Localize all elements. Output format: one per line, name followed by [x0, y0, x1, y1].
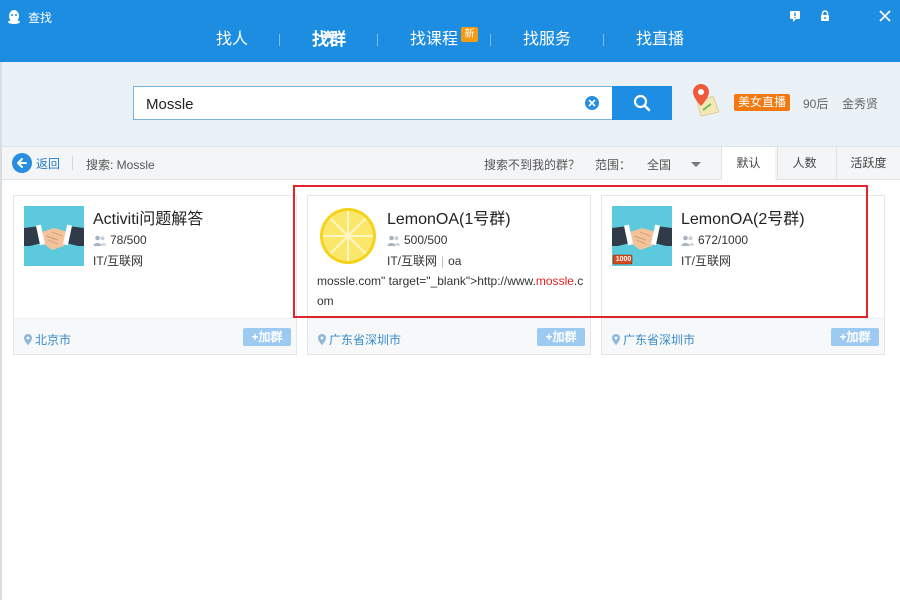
member-count-text: 78/500 — [110, 233, 147, 247]
location-text: 广东省深圳市 — [329, 333, 402, 347]
group-card[interactable]: 1000 LemonOA(2号群) 672/1000 IT/互联网 广东省深圳市… — [601, 195, 885, 355]
members-icon — [387, 235, 400, 246]
members-icon — [93, 235, 106, 246]
handshake-avatar — [24, 206, 84, 266]
location-link[interactable]: 广东省深圳市 — [612, 331, 695, 348]
location-link[interactable]: 广东省深圳市 — [318, 331, 401, 348]
range-select[interactable]: 全国 — [647, 156, 671, 173]
back-arrow-icon — [12, 153, 32, 173]
window-title: 查找 — [28, 10, 53, 25]
chevron-down-icon[interactable] — [691, 162, 701, 167]
active-tab-caret — [321, 30, 335, 38]
card-footer: 广东省深圳市 +加群 — [602, 318, 884, 354]
nav-separator — [490, 34, 491, 46]
map-pin-icon[interactable] — [689, 82, 721, 118]
sort-tab-default[interactable]: 默认 — [721, 147, 775, 180]
sort-tab-members[interactable]: 人数 — [777, 147, 831, 179]
group-description: mossle.com" target="_blank">http://www.m… — [317, 271, 585, 311]
group-name[interactable]: Activiti问题解答 — [93, 205, 203, 229]
sort-tab-activity[interactable]: 活跃度 — [836, 147, 900, 179]
search-button[interactable] — [612, 86, 672, 120]
join-group-button[interactable]: +加群 — [537, 328, 585, 346]
new-badge: 新 — [461, 27, 478, 42]
nav-separator — [603, 34, 604, 46]
group-tags: IT/互联网 — [681, 252, 731, 269]
capacity-badge: 1000 — [615, 256, 632, 263]
members-icon — [681, 235, 694, 246]
member-count: 672/1000 — [681, 233, 748, 247]
feedback-icon[interactable] — [785, 6, 805, 26]
group-card[interactable]: Activiti问题解答 78/500 IT/互联网 北京市 +加群 — [13, 195, 297, 355]
qq-penguin-icon — [8, 10, 20, 24]
tag-separator: | — [441, 254, 445, 268]
tab-find-live[interactable]: 找直播 — [636, 28, 684, 52]
group-tags: IT/互联网 — [93, 252, 143, 269]
keyword-tag: oa — [448, 254, 462, 268]
group-name[interactable]: LemonOA(1号群) — [387, 205, 511, 229]
category-tag: IT/互联网 — [93, 254, 143, 268]
desc-highlight: sle — [558, 274, 574, 288]
results-toolbar: 返回 搜索: Mossle 搜索不到我的群？ 范围： 全国 默认 人数 活跃度 — [0, 146, 900, 180]
search-zone: 美女直播 90后 金秀贤 — [0, 62, 900, 146]
member-count: 500/500 — [387, 233, 447, 247]
lemon-avatar — [318, 206, 378, 266]
category-tag: IT/互联网 — [681, 254, 731, 268]
search-input[interactable] — [146, 93, 566, 115]
location-pin-icon — [24, 334, 32, 345]
location-text: 北京市 — [35, 333, 72, 347]
search-box — [133, 86, 612, 120]
hot-search-link[interactable]: 金秀贤 — [842, 95, 878, 112]
nav-tabs: 找人 找群 找课程 新 找服务 找直播 — [0, 24, 900, 62]
search-icon — [633, 94, 651, 112]
close-icon[interactable] — [875, 6, 895, 26]
not-found-link[interactable]: 搜索不到我的群？ — [484, 156, 580, 173]
tab-find-courses[interactable]: 找课程 — [410, 28, 458, 52]
search-summary: 搜索: Mossle — [86, 158, 155, 172]
card-footer: 北京市 +加群 — [14, 318, 296, 354]
category-tag: IT/互联网 — [387, 254, 437, 268]
card-footer: 广东省深圳市 +加群 — [308, 318, 590, 354]
desc-text: mossle.com" target="_blank">http://www. — [317, 274, 536, 288]
location-text: 广东省深圳市 — [623, 333, 696, 347]
member-count-text: 672/1000 — [698, 233, 749, 247]
lock-icon[interactable] — [815, 6, 835, 26]
back-label: 返回 — [36, 156, 61, 171]
member-count: 78/500 — [93, 233, 147, 247]
join-group-button[interactable]: +加群 — [831, 328, 879, 346]
title-bar: 查找 找人 找群 找课程 新 找服务 找直播 — [0, 0, 900, 62]
location-link[interactable]: 北京市 — [24, 331, 71, 348]
member-count-text: 500/500 — [404, 233, 448, 247]
tab-find-services[interactable]: 找服务 — [523, 28, 571, 52]
group-name[interactable]: LemonOA(2号群) — [681, 205, 805, 229]
clear-search-icon[interactable] — [584, 95, 600, 111]
live-promo-tag[interactable]: 美女直播 — [734, 94, 791, 111]
hot-search-link[interactable]: 90后 — [803, 95, 828, 112]
location-pin-icon — [612, 334, 620, 345]
join-group-button[interactable]: +加群 — [243, 328, 291, 346]
range-label: 范围： — [595, 158, 632, 172]
window-left-edge — [0, 62, 2, 600]
group-card[interactable]: LemonOA(1号群) 500/500 IT/互联网 | oa mossle.co… — [307, 195, 591, 355]
back-button[interactable]: 返回 — [12, 153, 60, 173]
location-pin-icon — [318, 334, 326, 345]
group-tags: IT/互联网 | oa — [387, 252, 461, 269]
desc-highlight: mos — [535, 274, 559, 288]
tab-find-people[interactable]: 找人 — [216, 28, 248, 52]
nav-separator — [377, 34, 378, 46]
toolbar-separator — [72, 156, 73, 170]
nav-separator — [279, 34, 280, 46]
